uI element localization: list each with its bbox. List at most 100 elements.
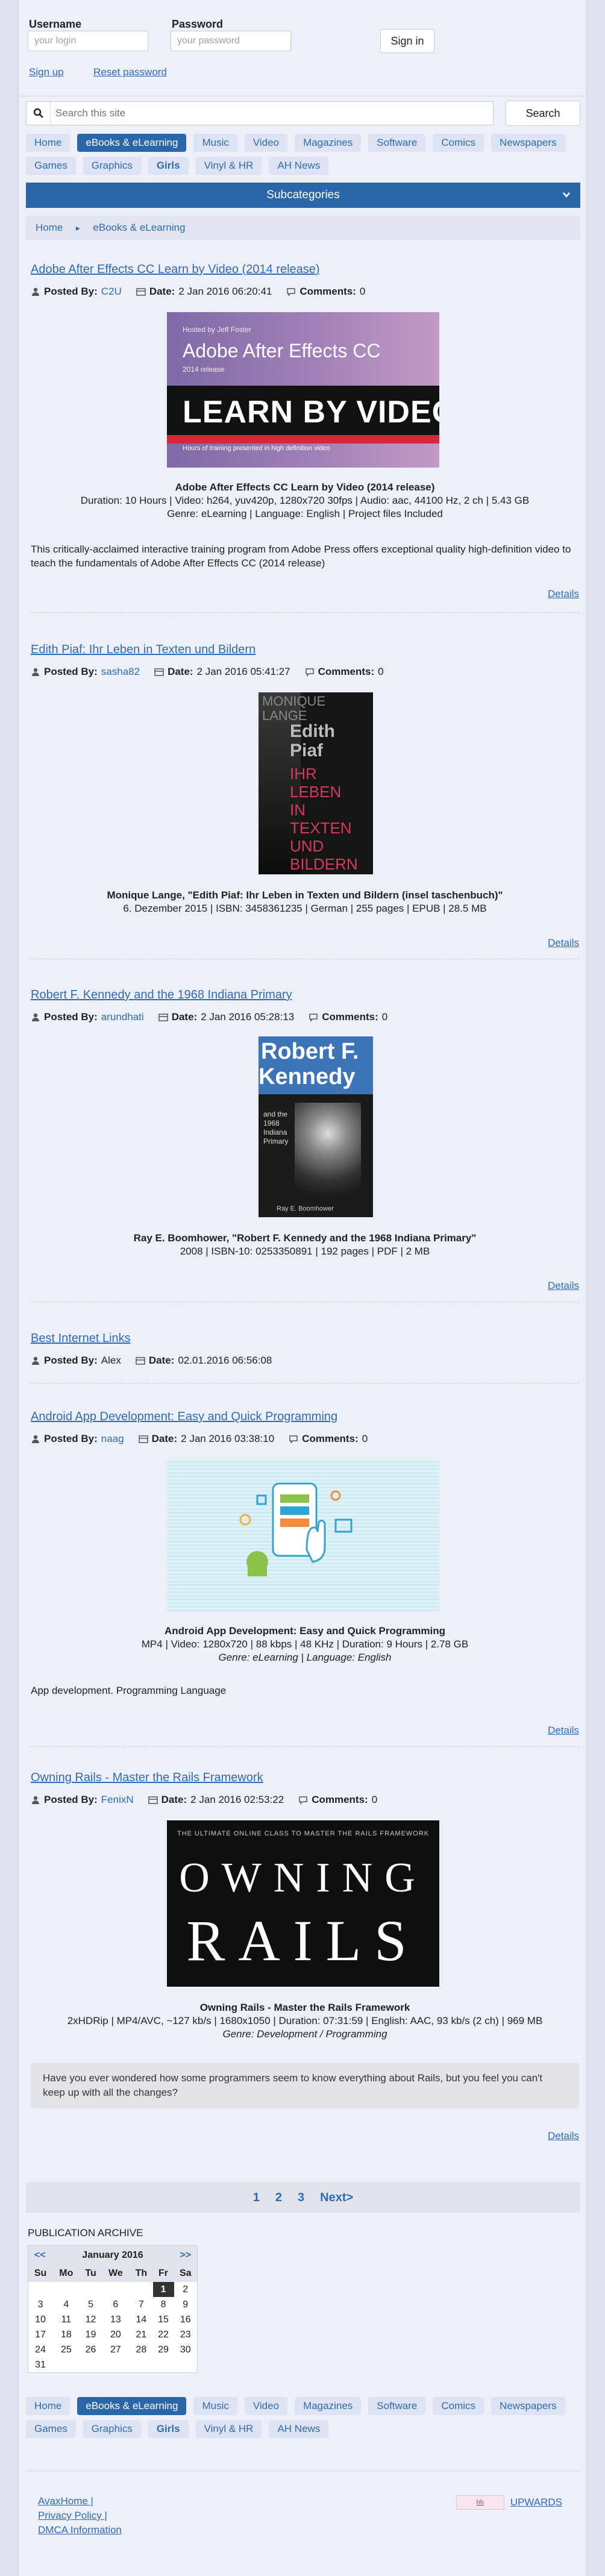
details-link[interactable]: Details: [548, 588, 579, 600]
breadcrumb-home[interactable]: Home: [36, 222, 63, 234]
post-title[interactable]: Android App Development: Easy and Quick …: [31, 1410, 337, 1424]
category-link[interactable]: Girls: [148, 157, 189, 175]
calendar-day[interactable]: 13: [102, 2312, 130, 2327]
calendar-day[interactable]: 6: [102, 2297, 130, 2312]
calendar-day[interactable]: 10: [28, 2312, 52, 2327]
category-link[interactable]: Home: [26, 2397, 71, 2415]
calendar-day[interactable]: 26: [80, 2342, 102, 2357]
calendar-day[interactable]: 19: [80, 2327, 102, 2342]
calendar-day[interactable]: 21: [130, 2327, 152, 2342]
password-input[interactable]: [171, 31, 291, 51]
category-link[interactable]: Comics: [433, 2397, 484, 2415]
calendar-day[interactable]: 22: [153, 2327, 174, 2342]
calendar-day[interactable]: 16: [174, 2312, 198, 2327]
category-link[interactable]: Games: [26, 157, 76, 175]
category-link[interactable]: Video: [244, 2397, 288, 2415]
post-title[interactable]: Best Internet Links: [31, 1332, 131, 1346]
username-input[interactable]: [28, 31, 148, 51]
calendar-day[interactable]: 2: [174, 2282, 198, 2297]
calendar-next-button[interactable]: >>: [180, 2250, 191, 2261]
calendar-day[interactable]: 3: [28, 2297, 52, 2312]
calendar-day[interactable]: 8: [153, 2297, 174, 2312]
category-link[interactable]: Home: [26, 134, 71, 152]
calendar-day[interactable]: 5: [80, 2297, 102, 2312]
page-link[interactable]: 1: [253, 2191, 260, 2205]
footer-site-link[interactable]: AvaxHome |: [38, 2495, 93, 2507]
next-page-link[interactable]: Next>: [320, 2191, 353, 2205]
upwards-label: UPWARDS: [510, 2496, 562, 2508]
breadcrumb-section[interactable]: eBooks & eLearning: [93, 222, 185, 234]
signup-link[interactable]: Sign up: [29, 66, 64, 78]
category-link[interactable]: Comics: [433, 134, 484, 152]
page-link[interactable]: 3: [298, 2191, 304, 2205]
category-link[interactable]: Girls: [148, 2420, 189, 2438]
calendar-day[interactable]: 18: [52, 2327, 80, 2342]
upwards-link[interactable]: hh UPWARDS: [456, 2495, 562, 2510]
category-link[interactable]: Newspapers: [491, 134, 565, 152]
details-link[interactable]: Details: [548, 1725, 579, 1737]
calendar-day[interactable]: 29: [153, 2342, 174, 2357]
calendar-day[interactable]: 15: [153, 2312, 174, 2327]
category-link[interactable]: eBooks & eLearning: [77, 134, 187, 152]
reset-password-link[interactable]: Reset password: [93, 66, 167, 78]
calendar-day[interactable]: 14: [130, 2312, 152, 2327]
category-link[interactable]: Video: [244, 134, 288, 152]
calendar-day[interactable]: 24: [28, 2342, 52, 2357]
post-title[interactable]: Edith Piaf: Ihr Leben in Texten und Bild…: [31, 643, 255, 657]
category-link[interactable]: Graphics: [83, 157, 141, 175]
calendar-day[interactable]: 23: [174, 2327, 198, 2342]
details-link[interactable]: Details: [548, 1280, 579, 1292]
category-link[interactable]: AH News: [269, 157, 329, 175]
page-link[interactable]: 2: [275, 2191, 282, 2205]
details-link[interactable]: Details: [548, 937, 579, 949]
login-panel: Username Password Sign in Sign up Reset …: [19, 0, 588, 96]
category-link[interactable]: Vinyl & HR: [195, 157, 262, 175]
category-link[interactable]: Newspapers: [491, 2397, 565, 2415]
post-author[interactable]: sasha82: [101, 666, 140, 678]
subcategories-toggle[interactable]: Subcategories: [26, 183, 580, 208]
category-link[interactable]: Music: [193, 2397, 237, 2415]
calendar-day[interactable]: 31: [28, 2357, 52, 2372]
calendar-day[interactable]: 28: [130, 2342, 152, 2357]
search-input[interactable]: [55, 102, 489, 125]
calendar-prev-button[interactable]: <<: [34, 2250, 46, 2261]
username-label: Username: [29, 18, 82, 30]
post-title[interactable]: Owning Rails - Master the Rails Framewor…: [31, 1771, 263, 1785]
category-link[interactable]: AH News: [269, 2420, 329, 2438]
calendar-day[interactable]: 4: [52, 2297, 80, 2312]
calendar-day[interactable]: 7: [130, 2297, 152, 2312]
post-author[interactable]: arundhati: [101, 1011, 144, 1023]
calendar-day[interactable]: 27: [102, 2342, 130, 2357]
post-title[interactable]: Robert F. Kennedy and the 1968 Indiana P…: [31, 988, 292, 1002]
calendar-day[interactable]: 9: [174, 2297, 198, 2312]
calendar-day[interactable]: 1: [152, 2282, 174, 2297]
calendar-day[interactable]: 20: [102, 2327, 130, 2342]
calendar-day[interactable]: 25: [52, 2342, 80, 2357]
category-link[interactable]: eBooks & eLearning: [77, 2397, 187, 2415]
post-title[interactable]: Adobe After Effects CC Learn by Video (2…: [31, 263, 320, 277]
category-link[interactable]: Vinyl & HR: [195, 2420, 262, 2438]
category-link[interactable]: Software: [368, 2397, 426, 2415]
post-caption: Android App Development: Easy and Quick …: [31, 1625, 579, 1664]
category-link[interactable]: Music: [193, 134, 237, 152]
category-link[interactable]: Magazines: [295, 134, 362, 152]
signin-button[interactable]: Sign in: [380, 29, 434, 53]
post-description: App development. Programming Language: [31, 1685, 227, 1696]
footer-privacy-link[interactable]: Privacy Policy |: [38, 2510, 107, 2522]
calendar-day[interactable]: 30: [174, 2342, 198, 2357]
details-link[interactable]: Details: [548, 2130, 579, 2142]
category-link[interactable]: Software: [368, 134, 426, 152]
calendar-day[interactable]: 12: [80, 2312, 102, 2327]
footer-dmca-link[interactable]: DMCA Information: [38, 2524, 122, 2536]
post-author[interactable]: naag: [101, 1433, 124, 1445]
category-link[interactable]: Graphics: [83, 2420, 141, 2438]
post-author[interactable]: FenixN: [101, 1794, 134, 1806]
post-caption: Adobe After Effects CC Learn by Video (2…: [31, 481, 579, 521]
subcategories-label: Subcategories: [266, 189, 340, 201]
calendar-day[interactable]: 11: [52, 2312, 80, 2327]
category-link[interactable]: Games: [26, 2420, 76, 2438]
search-button[interactable]: Search: [506, 101, 580, 126]
post-author[interactable]: C2U: [101, 286, 122, 298]
category-link[interactable]: Magazines: [295, 2397, 362, 2415]
calendar-day[interactable]: 17: [28, 2327, 52, 2342]
